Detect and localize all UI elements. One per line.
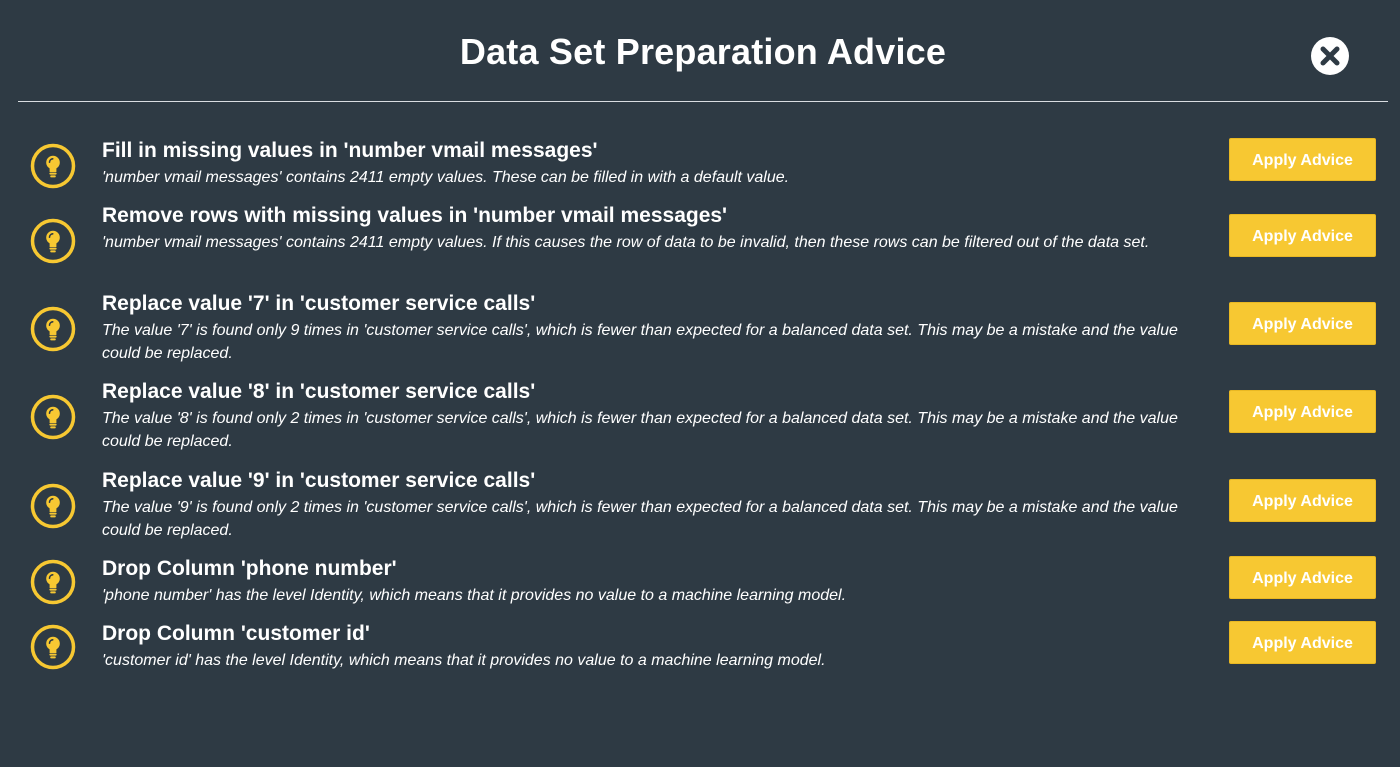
apply-advice-button[interactable]: Apply Advice [1229, 302, 1376, 345]
advice-title: Drop Column 'customer id' [102, 622, 370, 645]
apply-advice-button[interactable]: Apply Advice [1229, 138, 1376, 181]
lightbulb-icon [30, 624, 76, 670]
advice-title: Replace value '9' in 'customer service c… [102, 469, 536, 492]
lightbulb-icon [30, 483, 76, 529]
advice-text: Fill in missing values in 'number vmail … [102, 138, 1202, 189]
advice-title: Drop Column 'phone number' [102, 557, 397, 580]
lightbulb-icon [30, 394, 76, 440]
advice-text: Replace value '7' in 'customer service c… [102, 291, 1202, 365]
advice-description: 'customer id' has the level Identity, wh… [102, 652, 826, 669]
advice-title: Fill in missing values in 'number vmail … [102, 139, 598, 162]
apply-advice-button[interactable]: Apply Advice [1229, 621, 1376, 664]
advice-text: Replace value '9' in 'customer service c… [102, 468, 1202, 542]
advice-text: Drop Column 'phone number' 'phone number… [102, 556, 1202, 607]
lightbulb-icon [30, 306, 76, 352]
apply-advice-button[interactable]: Apply Advice [1229, 479, 1376, 522]
advice-description: The value '8' is found only 2 times in '… [102, 410, 1178, 450]
advice-description: 'number vmail messages' contains 2411 em… [102, 169, 790, 186]
advice-title: Remove rows with missing values in 'numb… [102, 204, 728, 227]
advice-title: Replace value '7' in 'customer service c… [102, 292, 536, 315]
advice-text: Remove rows with missing values in 'numb… [102, 203, 1202, 254]
dialog-header: Data Set Preparation Advice [18, 0, 1388, 102]
lightbulb-icon [30, 559, 76, 605]
advice-description: 'number vmail messages' contains 2411 em… [102, 234, 1150, 251]
advice-description: The value '7' is found only 9 times in '… [102, 322, 1178, 362]
advice-description: 'phone number' has the level Identity, w… [102, 587, 847, 604]
dialog-title: Data Set Preparation Advice [459, 31, 947, 72]
close-icon[interactable] [1311, 37, 1349, 75]
apply-advice-button[interactable]: Apply Advice [1229, 556, 1376, 599]
lightbulb-icon [30, 218, 76, 264]
advice-text: Replace value '8' in 'customer service c… [102, 379, 1202, 453]
apply-advice-button[interactable]: Apply Advice [1229, 214, 1376, 257]
advice-description: The value '9' is found only 2 times in '… [102, 499, 1178, 539]
apply-advice-button[interactable]: Apply Advice [1229, 390, 1376, 433]
advice-title: Replace value '8' in 'customer service c… [102, 380, 536, 403]
lightbulb-icon [30, 143, 76, 189]
advice-text: Drop Column 'customer id' 'customer id' … [102, 621, 1202, 672]
advice-dialog: Data Set Preparation Advice Fill in miss… [0, 0, 1400, 767]
